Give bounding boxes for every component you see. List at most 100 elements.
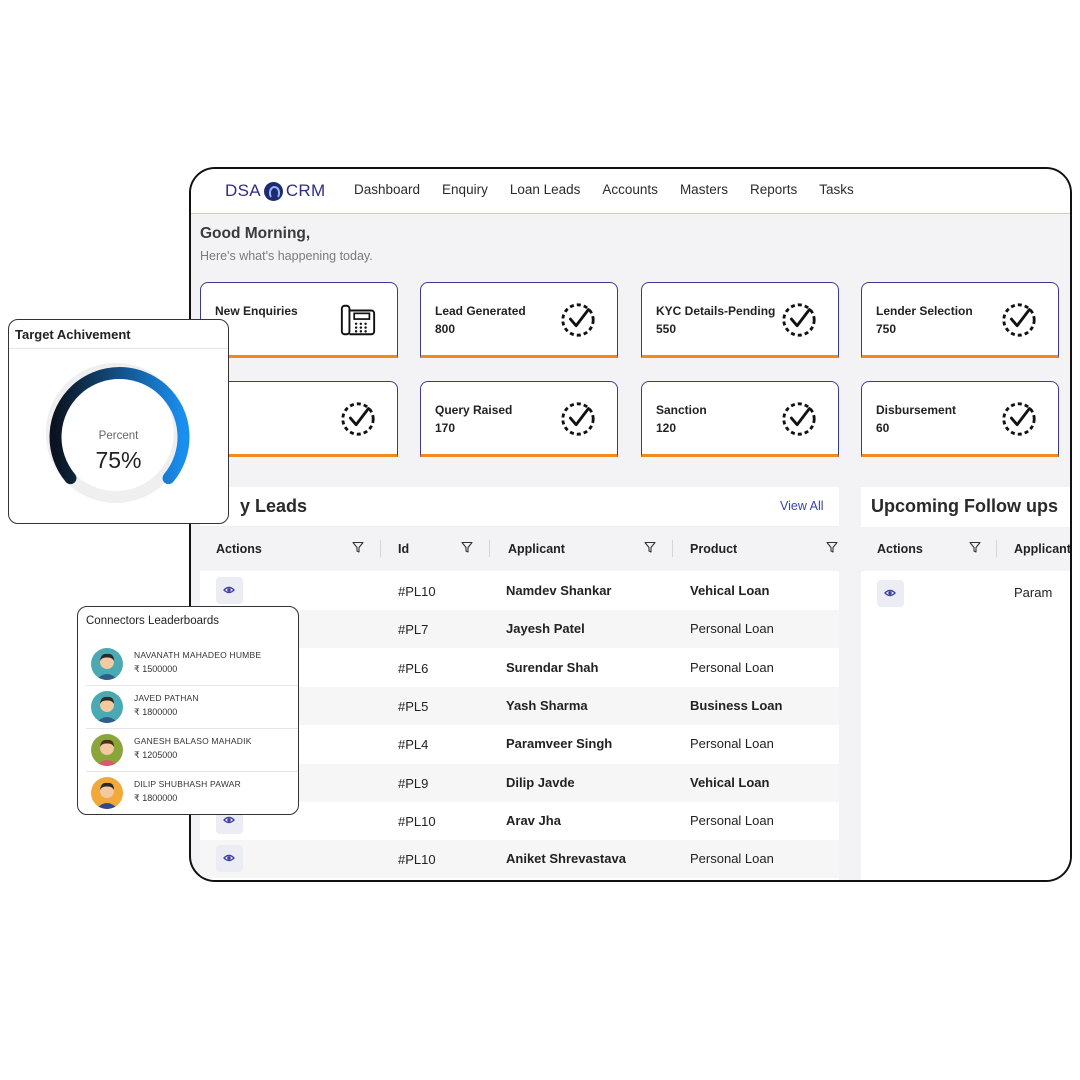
column-header-actions[interactable]: Actions (216, 542, 262, 556)
table-row[interactable]: Param (861, 571, 1070, 613)
stat-card[interactable]: Lender Selection 750 (861, 282, 1059, 358)
stat-card[interactable]: KYC Details-Pending 550 (641, 282, 839, 358)
lead-id: #PL6 (398, 660, 429, 676)
filter-icon[interactable] (461, 541, 473, 553)
leads-panel-header: y Leads View All (200, 487, 839, 527)
nav-item-dashboard[interactable]: Dashboard (354, 182, 420, 197)
eye-icon (884, 587, 896, 599)
product-name: Vehical Loan (690, 583, 770, 598)
column-divider[interactable] (380, 540, 381, 557)
filter-icon[interactable] (969, 541, 981, 553)
lead-id: #PL4 (398, 737, 429, 753)
logo-text-right: CRM (285, 181, 326, 200)
stat-card-value: 750 (876, 322, 897, 336)
applicant-name: Param (1014, 585, 1053, 600)
nav-item-masters[interactable]: Masters (680, 182, 728, 197)
connector-amount: ₹ 1500000 (134, 664, 178, 674)
column-header-actions[interactable]: Actions (877, 542, 923, 556)
avatar (91, 777, 123, 809)
avatar (91, 691, 123, 723)
stat-card-value: 800 (435, 322, 456, 336)
filter-icon[interactable] (826, 541, 838, 553)
followups-panel: Upcoming Follow ups Actions Applicant Pa… (861, 487, 1070, 880)
dsa-crm-logo[interactable]: DSA CRM (225, 181, 325, 201)
product-name: Business Loan (690, 697, 783, 713)
person-avatar-icon (96, 696, 118, 723)
column-divider[interactable] (489, 540, 490, 557)
eye-icon (223, 584, 235, 596)
dashed-check-icon (559, 400, 597, 438)
stat-card-title: Sanction (656, 403, 707, 417)
connector-amount: ₹ 1800000 (134, 707, 178, 717)
filter-icon[interactable] (644, 541, 656, 553)
leaderboard-item[interactable]: JAVED PATHAN ₹ 1800000 (86, 686, 298, 729)
eye-icon (223, 852, 235, 864)
nav-item-accounts[interactable]: Accounts (602, 182, 658, 197)
avatar (91, 648, 123, 680)
dashed-check-icon (1000, 301, 1038, 339)
product-name: Personal Loan (690, 736, 774, 752)
dashed-check-icon (780, 301, 818, 339)
person-avatar-icon (96, 653, 118, 680)
stat-card[interactable]: Sanction 120 (641, 381, 839, 457)
greeting-title: Good Morning, (200, 225, 311, 242)
person-avatar-icon (96, 782, 118, 809)
nav-item-loan-leads[interactable]: Loan Leads (510, 182, 581, 197)
nav-item-enquiry[interactable]: Enquiry (442, 182, 488, 197)
connector-name: JAVED PATHAN (134, 693, 199, 703)
stat-card[interactable]: Query Raised 170 (420, 381, 618, 457)
stat-card[interactable]: Lead Generated 800 (420, 282, 618, 358)
main-nav: Dashboard Enquiry Loan Leads Accounts Ma… (354, 182, 876, 197)
column-divider[interactable] (996, 540, 997, 557)
target-title: Target Achivement (15, 327, 131, 342)
lead-id: #PL5 (398, 698, 429, 714)
lead-id: #PL9 (398, 775, 429, 791)
nav-item-tasks[interactable]: Tasks (819, 182, 854, 197)
avatar (91, 734, 123, 766)
filter-icon[interactable] (352, 541, 364, 553)
crm-app-window: DSA CRM Dashboard Enquiry Loan Leads Acc… (189, 167, 1072, 882)
leaderboard-item[interactable]: NAVANATH MAHADEO HUMBE ₹ 1500000 (86, 643, 298, 686)
product-name: Personal Loan (690, 812, 774, 828)
view-button[interactable] (877, 580, 904, 607)
stat-card[interactable]: Disbursement 60 (861, 381, 1059, 457)
product-name: Personal Loan (690, 851, 774, 867)
stat-card-title: Disbursement (876, 403, 957, 417)
column-header-applicant[interactable]: Applicant (1014, 542, 1070, 556)
view-button[interactable] (216, 845, 243, 873)
column-header-id[interactable]: Id (398, 542, 409, 556)
eye-icon (223, 814, 235, 826)
stat-card-title: Lead Generated (435, 304, 526, 318)
leaderboard-item[interactable]: GANESH BALASO MAHADIK ₹ 1205000 (86, 729, 298, 772)
applicant-name: Jayesh Patel (506, 621, 585, 637)
applicant-name: Arav Jha (506, 812, 561, 828)
connector-amount: ₹ 1800000 (134, 793, 178, 803)
view-all-link[interactable]: View All (780, 499, 824, 513)
product-name: Personal Loan (690, 621, 774, 637)
applicant-name: Aniket Shrevastava (506, 851, 626, 867)
applicant-name: Surendar Shah (506, 659, 599, 675)
column-divider[interactable] (672, 540, 673, 557)
leaderboard-item[interactable]: DILIP SHUBHASH PAWAR ₹ 1800000 (86, 772, 298, 815)
stat-card-value: 170 (435, 421, 456, 435)
connector-name: GANESH BALASO MAHADIK (134, 736, 252, 746)
view-button[interactable] (216, 577, 243, 604)
logo-mark-icon (263, 181, 283, 201)
applicant-name: Dilip Javde (506, 774, 575, 790)
table-row[interactable]: #PL10 Aniket Shrevastava Personal Loan (200, 840, 839, 879)
stat-card-value: 60 (876, 421, 890, 435)
stat-card[interactable]: New Enquiries (200, 282, 398, 358)
table-row[interactable]: #PL10 Namdev Shankar Vehical Loan (200, 572, 839, 610)
target-achievement-card: Target Achivement Percent 75% (8, 319, 229, 524)
phone-icon (339, 301, 377, 339)
stat-card-title: Lender Selection (876, 304, 973, 318)
leaderboard-title: Connectors Leaderboards (86, 615, 219, 627)
followups-panel-title: Upcoming Follow ups (871, 496, 1058, 516)
column-header-applicant[interactable]: Applicant (508, 542, 565, 556)
nav-item-reports[interactable]: Reports (750, 182, 797, 197)
column-header-product[interactable]: Product (690, 542, 737, 556)
person-avatar-icon (96, 739, 118, 766)
lead-id: #PL10 (398, 813, 436, 829)
lead-id: #PL10 (398, 584, 436, 599)
stat-card-value: 120 (656, 421, 677, 435)
